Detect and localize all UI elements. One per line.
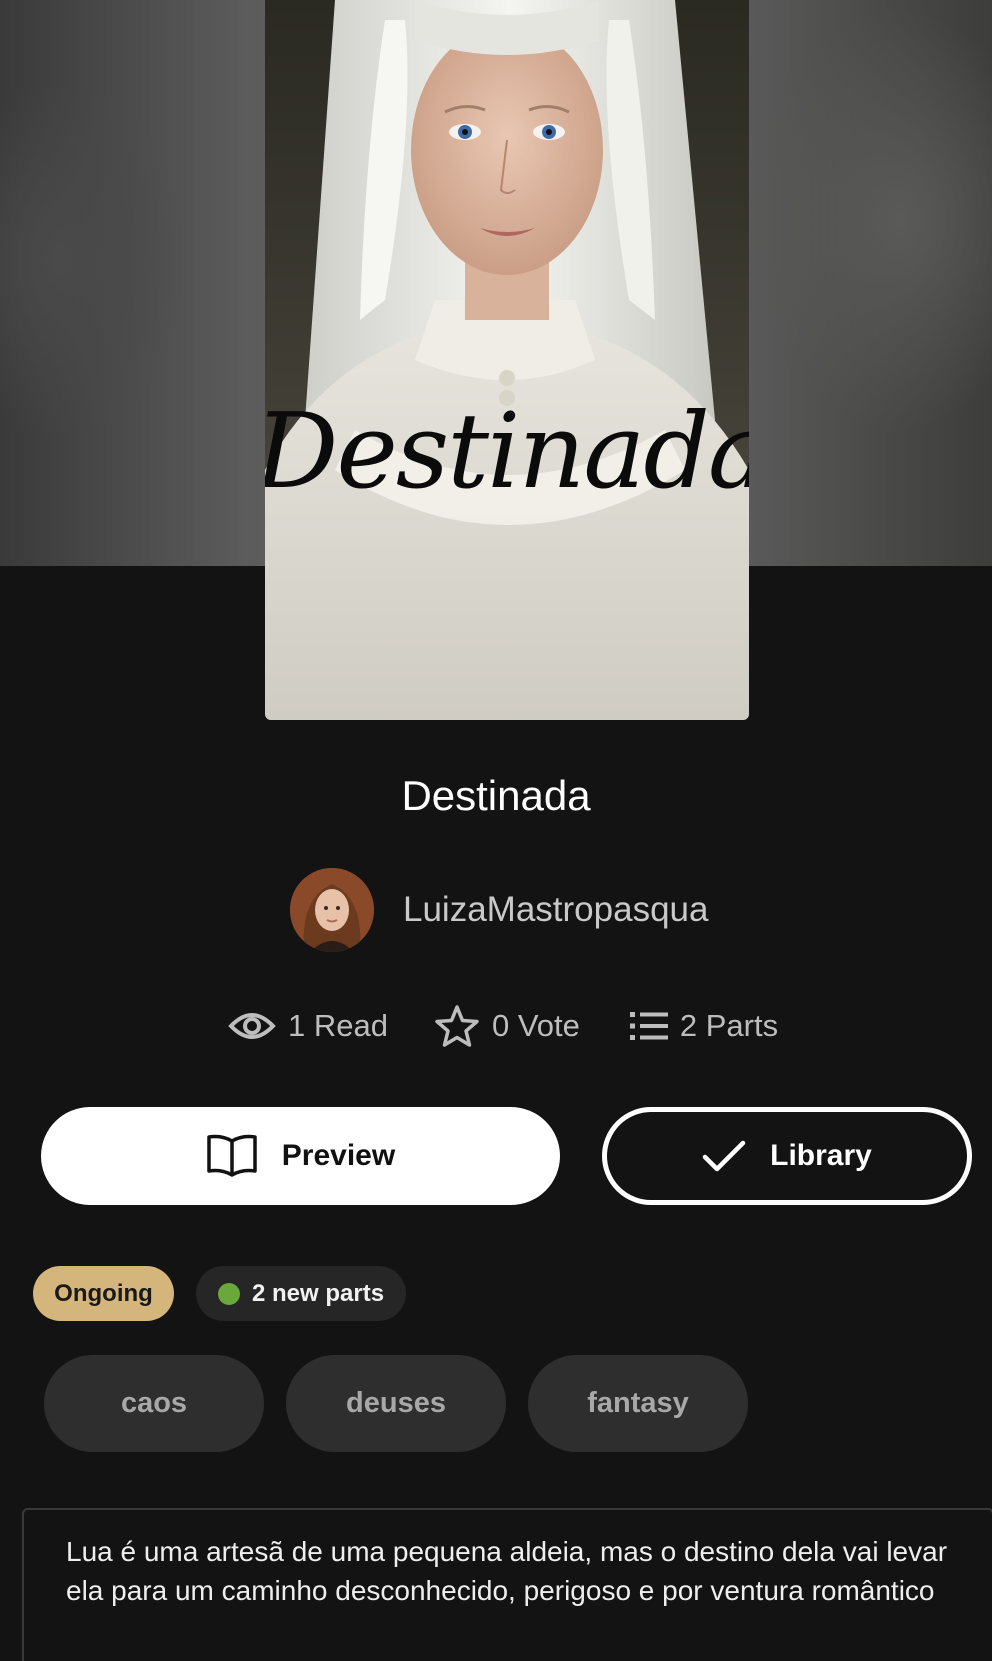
new-parts-dot-icon <box>218 1282 240 1305</box>
preview-button[interactable]: Preview <box>41 1107 560 1205</box>
story-detail-page: Destinada Destinada LuizaMastropasqua 1 … <box>0 0 992 1661</box>
open-book-icon <box>207 1134 257 1177</box>
story-stats: 1 Read 0 Vote 2 Parts <box>228 1004 778 1048</box>
author-row[interactable]: LuizaMastropasqua <box>290 868 708 952</box>
author-avatar[interactable] <box>290 868 374 952</box>
tag-deuses[interactable]: deuses <box>286 1355 506 1452</box>
votes-stat: 0 Vote <box>434 1004 580 1048</box>
library-label: Library <box>770 1139 872 1172</box>
cover-title-text: Destinada <box>265 390 749 512</box>
reads-count: 1 Read <box>288 1008 388 1043</box>
parts-stat[interactable]: 2 Parts <box>629 1008 778 1044</box>
votes-count: 0 Vote <box>491 1008 580 1043</box>
preview-label: Preview <box>281 1139 396 1172</box>
story-title: Destinada <box>401 772 591 819</box>
status-badge: Ongoing <box>33 1266 174 1321</box>
status-badge-label: Ongoing <box>54 1279 153 1307</box>
reads-stat: 1 Read <box>228 1008 388 1044</box>
checkmark-icon <box>702 1140 746 1172</box>
story-cover: Destinada <box>265 0 749 720</box>
eye-icon <box>228 1013 276 1039</box>
tag-fantasy[interactable]: fantasy <box>528 1355 748 1452</box>
author-name[interactable]: LuizaMastropasqua <box>403 890 708 930</box>
star-icon <box>435 1005 479 1047</box>
library-button[interactable]: Library <box>602 1107 972 1205</box>
new-parts-badge: 2 new parts <box>196 1266 406 1321</box>
cover-illustration <box>265 0 749 720</box>
parts-count[interactable]: 2 Parts <box>680 1008 778 1044</box>
tag-caos[interactable]: caos <box>44 1355 264 1452</box>
new-parts-label: 2 new parts <box>252 1279 385 1307</box>
avatar-image <box>290 868 374 952</box>
list-icon <box>629 1012 668 1040</box>
story-description: Lua é uma artesã de uma pequena aldeia, … <box>22 1508 992 1661</box>
